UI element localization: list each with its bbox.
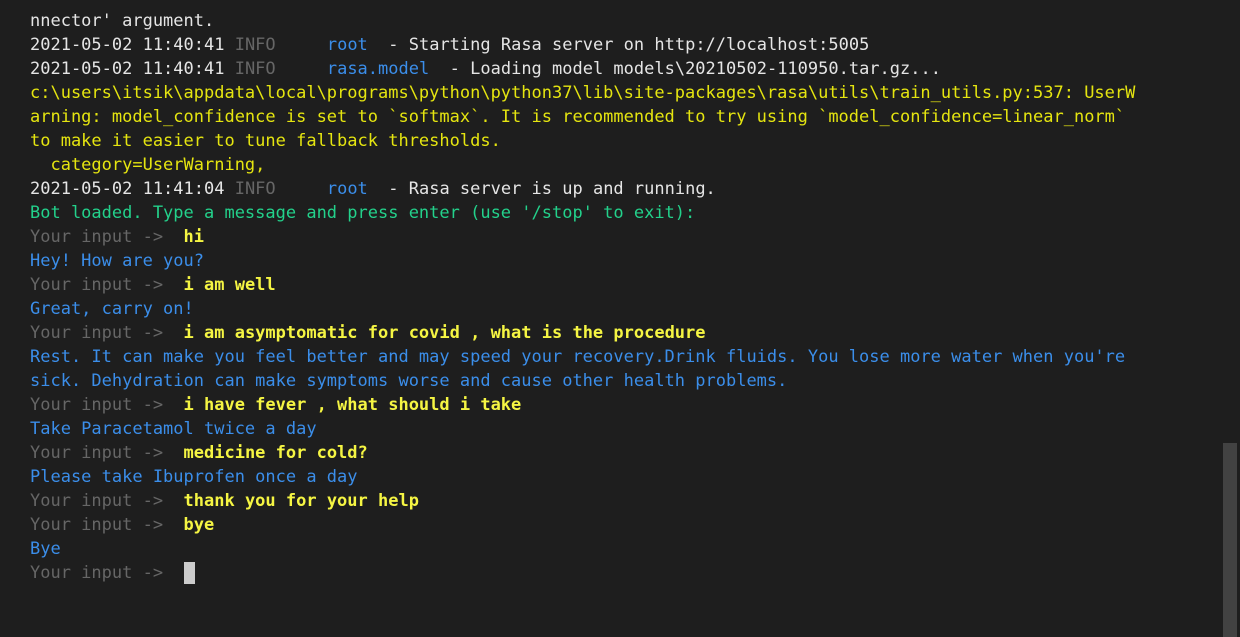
log-line: 2021-05-02 11:40:41 INFO rasa.model - Lo… <box>30 57 1220 81</box>
user-message: medicine for cold? <box>183 443 368 463</box>
user-input-line: Your input -> i have fever , what should… <box>30 393 1220 417</box>
user-input-line: Your input -> hi <box>30 225 1220 249</box>
user-input-line: Your input -> bye <box>30 513 1220 537</box>
user-message: i am asymptomatic for covid , what is th… <box>183 323 706 343</box>
user-input-line: Your input -> i am asymptomatic for covi… <box>30 321 1220 345</box>
input-prompt: Your input -> <box>30 563 184 583</box>
bot-response: Great, carry on! <box>30 299 194 319</box>
warning-line: c:\users\itsik\appdata\local\programs\py… <box>30 83 1136 103</box>
input-prompt: Your input -> <box>30 323 184 343</box>
log-level: INFO <box>234 179 276 199</box>
log-timestamp: 2021-05-02 11:41:04 <box>30 179 235 199</box>
log-timestamp: 2021-05-02 11:40:41 <box>30 35 235 55</box>
log-line: 2021-05-02 11:40:41 INFO root - Starting… <box>30 33 1220 57</box>
warning-line: arning: model_confidence is set to `soft… <box>30 107 1126 127</box>
input-prompt: Your input -> <box>30 443 184 463</box>
input-prompt: Your input -> <box>30 395 184 415</box>
bot-response: Hey! How are you? <box>30 251 204 271</box>
log-logger: root <box>326 179 368 199</box>
bot-response: Rest. It can make you feel better and ma… <box>30 347 1126 367</box>
log-message: - Rasa server is up and running. <box>367 179 716 199</box>
log-logger: rasa.model <box>326 59 430 79</box>
warning-line: category=UserWarning, <box>30 155 266 175</box>
log-message: - Loading model models\20210502-110950.t… <box>429 59 941 79</box>
input-prompt: Your input -> <box>30 491 184 511</box>
bot-response: Take Paracetamol twice a day <box>30 419 317 439</box>
user-input-line: Your input -> i am well <box>30 273 1220 297</box>
user-message: i am well <box>183 275 276 295</box>
input-prompt: Your input -> <box>30 515 184 535</box>
log-line: nnector' argument. <box>30 11 215 31</box>
log-timestamp: 2021-05-02 11:40:41 <box>30 59 235 79</box>
user-input-line: Your input -> thank you for your help <box>30 489 1220 513</box>
input-prompt: Your input -> <box>30 227 184 247</box>
user-input-line: Your input -> medicine for cold? <box>30 441 1220 465</box>
bot-response: sick. Dehydration can make symptoms wors… <box>30 371 788 391</box>
log-pad <box>276 35 327 55</box>
bot-loaded-message: Bot loaded. Type a message and press ent… <box>30 203 696 223</box>
scrollbar-thumb[interactable] <box>1223 443 1237 637</box>
bot-response: Bye <box>30 539 61 559</box>
log-logger: root <box>326 35 368 55</box>
log-line: 2021-05-02 11:41:04 INFO root - Rasa ser… <box>30 177 1220 201</box>
text-cursor[interactable] <box>183 562 195 584</box>
terminal-output[interactable]: nnector' argument. 2021-05-02 11:40:41 I… <box>30 9 1220 637</box>
input-prompt: Your input -> <box>30 275 184 295</box>
log-pad <box>276 179 327 199</box>
warning-line: to make it easier to tune fallback thres… <box>30 131 501 151</box>
log-pad <box>276 59 327 79</box>
log-level: INFO <box>234 35 276 55</box>
log-message: - Starting Rasa server on http://localho… <box>367 35 870 55</box>
scrollbar-track[interactable] <box>1220 0 1240 637</box>
log-level: INFO <box>234 59 276 79</box>
user-message: thank you for your help <box>183 491 419 511</box>
active-input-line[interactable]: Your input -> <box>30 561 1220 585</box>
bot-response: Please take Ibuprofen once a day <box>30 467 358 487</box>
user-message: bye <box>183 515 215 535</box>
user-message: i have fever , what should i take <box>183 395 522 415</box>
user-message: hi <box>183 227 205 247</box>
